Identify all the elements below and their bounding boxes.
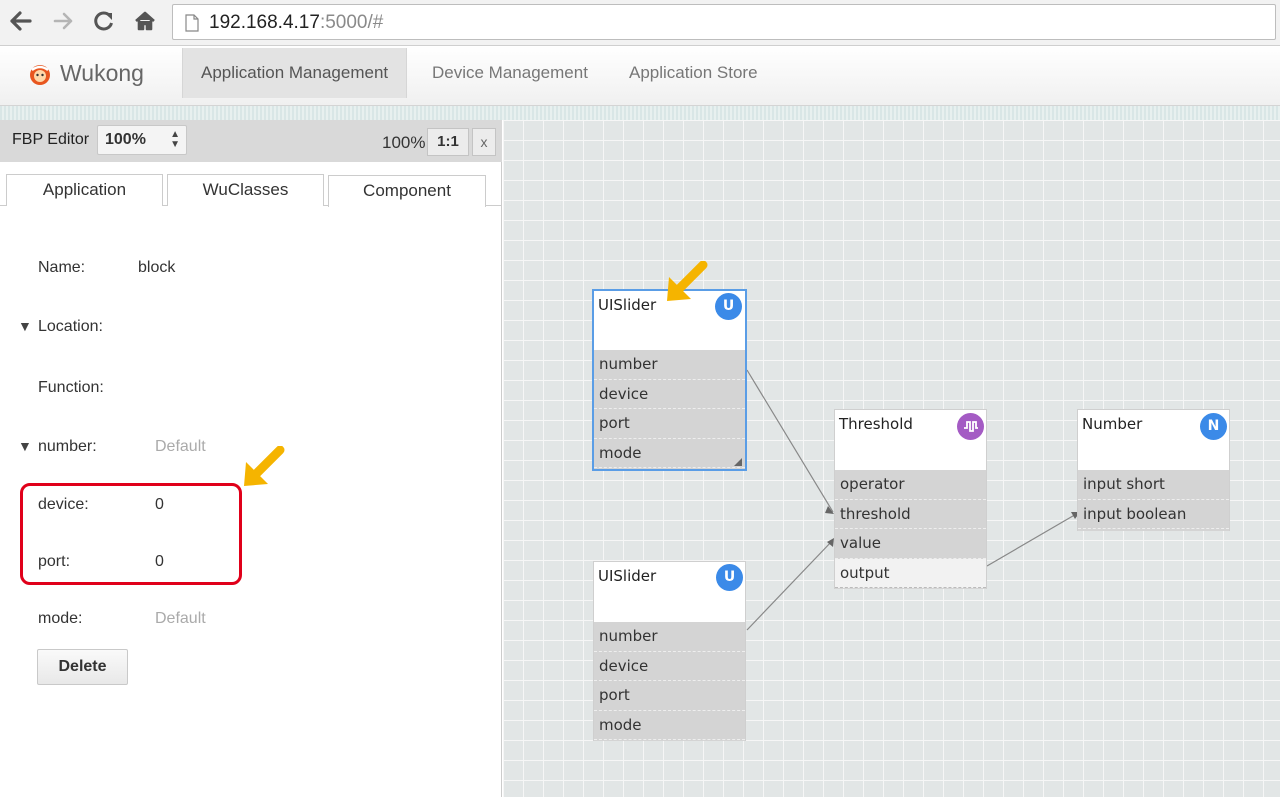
threshold-icon	[957, 413, 984, 440]
number-label: number:	[38, 438, 97, 455]
block-title: Threshold	[839, 415, 913, 433]
mode-value[interactable]: Default	[155, 610, 206, 628]
threshold-block[interactable]: Threshold operator threshold value outpu…	[834, 409, 987, 589]
port-mode[interactable]: mode	[594, 439, 745, 468]
uislider-block-2[interactable]: UISlider U number device port mode	[593, 561, 746, 741]
tab-wuclasses[interactable]: WuClasses	[167, 174, 324, 206]
port-output[interactable]: output	[835, 558, 986, 588]
annotation-arrow-icon	[244, 446, 285, 486]
block-properties: number device port mode	[594, 622, 745, 741]
location-label: Location:	[38, 318, 103, 335]
tab-component[interactable]: Component	[328, 175, 486, 207]
port-input-short[interactable]: input short	[1078, 470, 1229, 500]
port-device[interactable]: device	[594, 652, 745, 681]
select-arrows-icon: ▲ ▼	[170, 129, 180, 150]
nav-application-management[interactable]: Application Management	[182, 48, 408, 98]
nav-device-management[interactable]: Device Management	[414, 48, 606, 98]
brand-name: Wukong	[60, 60, 144, 86]
reload-button[interactable]	[91, 8, 117, 34]
link-output-number	[986, 512, 1079, 567]
location-chevron-icon[interactable]: ▼	[18, 318, 32, 334]
resize-handle-icon[interactable]	[734, 458, 742, 466]
port-value[interactable]: value	[835, 529, 986, 559]
zoom-select[interactable]: 100% ▲ ▼	[97, 125, 187, 155]
forward-arrow-icon	[53, 12, 73, 30]
navbar-divider	[0, 106, 1280, 120]
address-bar[interactable]: 192.168.4.17:5000/#	[172, 4, 1276, 40]
block-properties: number device port mode	[594, 350, 745, 469]
forward-button[interactable]	[50, 8, 76, 34]
delete-button[interactable]: Delete	[37, 649, 128, 685]
zoom-percentage: 100%	[382, 133, 426, 152]
port-port[interactable]: port	[594, 409, 745, 439]
home-button[interactable]	[132, 8, 158, 34]
fbp-toolbar: FBP Editor 100% ▲ ▼ 100% 1:1 x	[0, 120, 502, 162]
port-number[interactable]: number	[594, 350, 745, 380]
fbp-editor-label: FBP Editor	[12, 131, 90, 148]
number-block[interactable]: Number N input short input boolean	[1077, 409, 1230, 531]
function-label: Function:	[38, 379, 104, 396]
page-icon	[185, 14, 199, 32]
url-text: 192.168.4.17:5000/#	[209, 12, 384, 33]
uislider-u-icon: U	[715, 293, 742, 320]
port-device[interactable]: device	[594, 380, 745, 409]
reset-zoom-button[interactable]: 1:1	[427, 128, 469, 156]
left-panel: FBP Editor 100% ▲ ▼ 100% 1:1 x Applicatio…	[0, 120, 502, 797]
device-label: device:	[38, 496, 89, 513]
nav-application-store[interactable]: Application Store	[611, 48, 776, 98]
annotation-arrow-icon	[667, 261, 708, 301]
panel-tabs: Application WuClasses Component	[0, 172, 502, 207]
app-root: { "browser": { "url_host": "192.168.4.17…	[0, 0, 1280, 797]
tab-application[interactable]: Application	[6, 174, 163, 206]
back-button[interactable]	[8, 8, 34, 34]
block-title: UISlider	[598, 567, 657, 585]
port-mode[interactable]: mode	[594, 711, 745, 740]
mode-label: mode:	[38, 610, 83, 627]
link-slider1-threshold	[746, 369, 834, 513]
browser-toolbar: 192.168.4.17:5000/#	[0, 0, 1280, 46]
link-slider2-value	[746, 539, 834, 631]
port-label: port:	[38, 553, 71, 570]
block-properties: operator threshold value output	[835, 470, 986, 589]
name-label: Name:	[38, 259, 86, 276]
brand[interactable]: Wukong	[28, 60, 144, 87]
port-number[interactable]: number	[594, 622, 745, 652]
number-value[interactable]: Default	[155, 438, 206, 456]
home-icon	[135, 11, 155, 31]
wukong-logo-icon	[30, 64, 50, 85]
app-navbar: Wukong Application Management Device Man…	[0, 46, 1280, 106]
number-chevron-icon[interactable]: ▼	[18, 438, 32, 454]
back-arrow-icon	[10, 11, 32, 31]
name-value[interactable]: block	[138, 259, 175, 277]
fbp-canvas[interactable]: UISlider U number device port mode UISli…	[503, 120, 1280, 797]
zoom-select-value: 100%	[105, 131, 146, 148]
port-threshold[interactable]: threshold	[835, 500, 986, 529]
number-n-icon: N	[1200, 413, 1227, 440]
port-input-boolean[interactable]: input boolean	[1078, 500, 1229, 529]
block-title: Number	[1082, 415, 1143, 433]
close-button[interactable]: x	[472, 128, 496, 156]
block-title: UISlider	[598, 296, 657, 314]
device-value[interactable]: 0	[155, 496, 164, 514]
port-value[interactable]: 0	[155, 553, 164, 571]
reload-icon	[94, 11, 113, 31]
uislider-block-1[interactable]: UISlider U number device port mode	[592, 289, 747, 471]
port-operator[interactable]: operator	[835, 470, 986, 500]
uislider-u-icon: U	[716, 564, 743, 591]
block-properties: input short input boolean	[1078, 470, 1229, 531]
port-port[interactable]: port	[594, 681, 745, 711]
